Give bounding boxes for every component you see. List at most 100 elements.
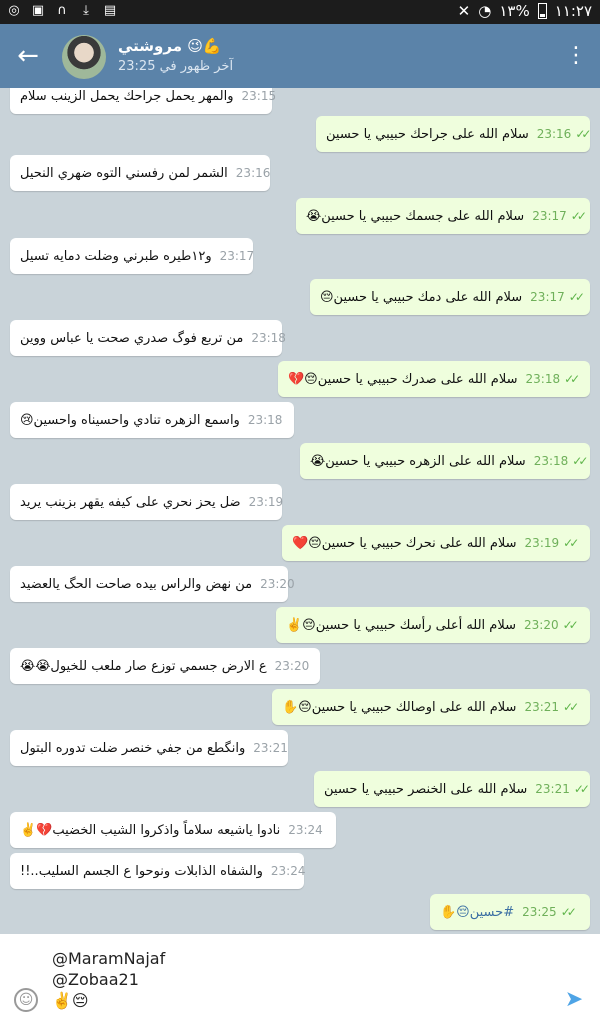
message-text: ضل يحز نحري على كيفه يقهر بزينب يريد (20, 494, 241, 510)
read-ticks-icon: ✓✓ (560, 905, 577, 919)
chat-title[interactable]: مروشتي 😉💪 (118, 37, 222, 55)
whatsapp-icon: ◎ (8, 3, 20, 18)
message-time: 23:16 (536, 127, 572, 141)
message-time: 23:20 (260, 577, 295, 591)
message-time: 23:18 (533, 454, 569, 468)
message-time: 23:24 (288, 823, 323, 837)
more-vert-icon[interactable]: ⋮ (564, 42, 588, 70)
message-time: 23:20 (524, 618, 559, 632)
message-text: واسمع الزهره تنادي واحسيناه واحسين😢 (20, 412, 240, 428)
message-bubble[interactable]: وانگطع من جفي خنصر ضلت تدوره البتول 23:2… (10, 730, 288, 766)
message-bubble[interactable]: سلام الله على الزهره حبيبي يا حسين😭 23:1… (300, 443, 590, 479)
read-ticks-icon: ✓✓ (562, 618, 579, 632)
message-text: #حسين😔✋ (440, 904, 515, 920)
wifi-icon: ◔ (478, 2, 492, 20)
message-text: سلام الله على الخنصر حبيبي يا حسين (324, 781, 528, 797)
input-line: ✌️😔 (52, 991, 89, 1010)
read-ticks-icon: ✓✓ (563, 700, 579, 714)
message-bubble[interactable]: نادوا ياشيعه سلاماً واذكروا الشيب الخضيب… (10, 812, 336, 848)
message-text: سلام الله على جراحك حبيبي يا حسين (326, 126, 529, 142)
message-bubble[interactable]: ضل يحز نحري على كيفه يقهر بزينب يريد 23:… (10, 484, 284, 520)
chat-area[interactable]: والمهر يحمل جراحك يحمل الزينب سلام 23:15… (0, 88, 600, 934)
message-bubble[interactable]: والشفاه الذابلات ونوحوا ع الجسم السليب..… (10, 853, 306, 889)
message-bubble[interactable]: سلام الله أعلى رأسك حبيبي يا حسين😔✌️ 23:… (276, 607, 590, 643)
message-text: نادوا ياشيعه سلاماً واذكروا الشيب الخضيب… (20, 822, 281, 838)
avatar[interactable] (62, 35, 106, 79)
message-time: 23:16 (235, 166, 271, 180)
read-ticks-icon: ✓✓ (568, 290, 585, 304)
message-text: و١٢طيره طبرني وضلت دمايه تسيل (20, 248, 212, 264)
message-text: من تربع فوگ صدري صحت يا عباس ووين (20, 330, 244, 346)
message-bubble[interactable]: سلام الله على جراحك حبيبي يا حسين 23:16 … (316, 116, 591, 152)
read-ticks-icon: ✓✓ (572, 454, 588, 468)
message-text: وانگطع من جفي خنصر ضلت تدوره البتول (20, 740, 246, 756)
message-time: 23:24 (270, 864, 306, 878)
battery-icon (537, 3, 547, 19)
message-bubble[interactable]: سلام الله على الخنصر حبيبي يا حسين 23:21… (314, 771, 590, 807)
message-text: الشمر لمن رفسني التوه ضهري النحيل (20, 165, 228, 181)
message-text: ع الارض جسمي توزع صار ملعب للخيول😭😭 (20, 658, 267, 674)
read-ticks-icon: ✓✓ (570, 209, 587, 223)
last-seen: آخر ظهور في 23:25 (118, 59, 234, 74)
message-time: 23:21 (524, 700, 560, 714)
message-text: سلام الله على صدرك حبيبي يا حسين😔💔 (288, 371, 518, 387)
message-time: 23:17 (532, 209, 567, 223)
status-right: ✕ ◔ ١٣% ١١:٢٧ (458, 2, 592, 20)
read-ticks-icon: ✓✓ (564, 372, 580, 386)
image-icon: ▣ (31, 3, 45, 18)
read-ticks-icon: ✓✓ (573, 782, 590, 796)
message-time: 23:19 (524, 536, 560, 550)
headphones-icon: ∩ (57, 3, 67, 18)
message-bubble[interactable]: واسمع الزهره تنادي واحسيناه واحسين😢 23:1… (10, 402, 294, 438)
message-time: 23:18 (525, 372, 561, 386)
back-arrow-icon[interactable]: ← (14, 42, 42, 70)
clock: ١١:٢٧ (554, 2, 592, 20)
status-bar: ◎ ▣ ∩ ⤓ ▤ ✕ ◔ ١٣% ١١:٢٧ (0, 0, 600, 24)
message-bubble[interactable]: سلام الله على صدرك حبيبي يا حسين😔💔 23:18… (278, 361, 590, 397)
read-ticks-icon: ✓✓ (575, 127, 591, 141)
message-text: سلام الله أعلى رأسك حبيبي يا حسين😔✌️ (286, 617, 516, 633)
briefcase-icon: ▤ (103, 3, 117, 18)
message-bubble[interactable]: سلام الله على جسمك حبيبي يا حسين😭 23:17 … (296, 198, 590, 234)
message-time: 23:20 (274, 659, 310, 673)
message-bubble[interactable]: سلام الله على نحرك حبيبي يا حسين😔❤️ 23:1… (282, 525, 590, 561)
message-bubble[interactable]: سلام الله على اوصالك حبيبي يا حسين😔✋ 23:… (272, 689, 590, 725)
chat-header: ← مروشتي 😉💪 آخر ظهور في 23:25 ⋮ (0, 24, 600, 88)
battery-percent: ١٣% (499, 2, 530, 20)
message-text: سلام الله على نحرك حبيبي يا حسين😔❤️ (292, 535, 517, 551)
message-text: سلام الله على اوصالك حبيبي يا حسين😔✋ (282, 699, 517, 715)
message-time: 23:17 (530, 290, 565, 304)
message-bubble[interactable]: الشمر لمن رفسني التوه ضهري النحيل 23:16 (10, 155, 270, 191)
input-line: @Zobaa21 (52, 970, 139, 989)
send-icon[interactable]: ➤ (562, 988, 586, 1012)
message-bubble[interactable]: سلام الله على دمك حبيبي يا حسين😔 23:17 ✓… (310, 279, 590, 315)
message-text: والمهر يحمل جراحك يحمل الزينب سلام (20, 88, 234, 104)
input-line: @MaramNajaf (52, 949, 166, 968)
message-bubble[interactable]: #حسين😔✋ 23:25 ✓✓ (430, 894, 590, 930)
message-time: 23:18 (247, 413, 283, 427)
notification-icons: ◎ ▣ ∩ ⤓ ▤ (6, 3, 118, 19)
message-bubble[interactable]: من تربع فوگ صدري صحت يا عباس ووين 23:18 (10, 320, 286, 356)
read-ticks-icon: ✓✓ (563, 536, 579, 550)
message-bubble[interactable]: ع الارض جسمي توزع صار ملعب للخيول😭😭 23:2… (10, 648, 320, 684)
message-text: والشفاه الذابلات ونوحوا ع الجسم السليب..… (20, 863, 263, 879)
download-icon: ⤓ (83, 3, 89, 18)
message-input[interactable]: @MaramNajaf @Zobaa21 ✌️😔 (52, 948, 165, 1011)
message-text: سلام الله على الزهره حبيبي يا حسين😭 (310, 453, 526, 469)
mute-icon: ✕ (457, 2, 471, 20)
message-text: سلام الله على دمك حبيبي يا حسين😔 (320, 289, 523, 305)
message-time: 23:18 (251, 331, 286, 345)
message-time: 23:21 (535, 782, 570, 796)
message-text: من نهض والراس بيده صاحت الحگ يالعضيد (20, 576, 253, 592)
message-bubble[interactable]: و١٢طيره طبرني وضلت دمايه تسيل 23:17 (10, 238, 255, 274)
message-text: سلام الله على جسمك حبيبي يا حسين😭 (306, 208, 525, 224)
smile-icon[interactable]: ☺ (14, 988, 38, 1012)
message-bubble[interactable]: من نهض والراس بيده صاحت الحگ يالعضيد 23:… (10, 566, 295, 602)
message-composer: @MaramNajaf @Zobaa21 ✌️😔 ☺ ➤ (0, 934, 600, 1024)
message-time: 23:17 (219, 249, 255, 263)
message-time: 23:21 (253, 741, 288, 755)
message-time: 23:25 (522, 905, 557, 919)
message-time: 23:19 (248, 495, 284, 509)
message-time: 23:15 (241, 89, 277, 103)
message-bubble[interactable]: والمهر يحمل جراحك يحمل الزينب سلام 23:15 (10, 88, 276, 114)
